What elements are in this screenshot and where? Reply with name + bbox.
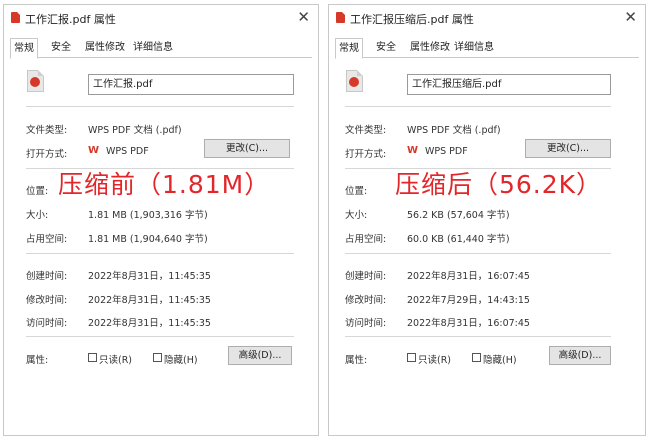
created-label: 创建时间: <box>345 271 387 282</box>
divider <box>26 336 294 337</box>
before-size-annotation: 压缩前（1.81M） <box>58 170 271 199</box>
readonly-label: 只读(R) <box>418 355 452 366</box>
divider <box>26 253 294 254</box>
accessed-value: 2022年8月31日，16:07:45 <box>407 318 530 329</box>
open-with-label: 打开方式: <box>345 149 387 160</box>
disk-size-label: 占用空间: <box>26 234 68 245</box>
size-label: 大小: <box>345 210 368 221</box>
file-type-value: WPS PDF 文档 (.pdf) <box>407 125 501 136</box>
hidden-checkbox[interactable] <box>472 353 481 362</box>
filename-input[interactable]: 工作汇报.pdf <box>88 74 294 95</box>
pdf-file-icon <box>11 12 20 23</box>
accessed-label: 访问时间: <box>26 318 68 329</box>
attributes-label: 属性: <box>26 355 49 366</box>
advanced-button[interactable]: 高级(D)... <box>228 346 292 365</box>
created-label: 创建时间: <box>26 271 68 282</box>
disk-size-label: 占用空间: <box>345 234 387 245</box>
attributes-label: 属性: <box>345 355 368 366</box>
accessed-label: 访问时间: <box>345 318 387 329</box>
tab-general[interactable]: 常规 <box>335 38 363 59</box>
close-icon[interactable]: ✕ <box>297 8 310 26</box>
modified-label: 修改时间: <box>345 295 387 306</box>
size-value: 56.2 KB (57,604 字节) <box>407 210 510 221</box>
divider <box>345 106 611 107</box>
open-with-label: 打开方式: <box>26 149 68 160</box>
tab-attribute-edit[interactable]: 属性修改 <box>82 40 128 56</box>
filename-input[interactable]: 工作汇报压缩后.pdf <box>407 74 611 95</box>
file-type-label: 文件类型: <box>345 125 387 136</box>
hidden-label: 隐藏(H) <box>483 355 517 366</box>
open-with-value: WPS PDF <box>106 146 149 157</box>
open-with-value: WPS PDF <box>425 146 468 157</box>
tab-security[interactable]: 安全 <box>48 40 74 56</box>
hidden-checkbox[interactable] <box>153 353 162 362</box>
tab-security[interactable]: 安全 <box>373 40 399 56</box>
tab-bar: 常规 安全 属性修改 详细信息 <box>10 38 312 59</box>
divider <box>345 253 611 254</box>
change-button[interactable]: 更改(C)... <box>525 139 611 158</box>
pdf-file-icon <box>336 12 345 23</box>
after-size-annotation: 压缩后（56.2K） <box>395 170 603 199</box>
properties-window-before: 工作汇报.pdf 属性 ✕ 常规 安全 属性修改 详细信息 工作汇报.pdf 文… <box>3 4 319 436</box>
location-label: 位置: <box>345 186 368 197</box>
readonly-checkbox[interactable] <box>407 353 416 362</box>
size-value: 1.81 MB (1,903,316 字节) <box>88 210 208 221</box>
created-value: 2022年8月31日，11:45:35 <box>88 271 211 282</box>
created-value: 2022年8月31日，16:07:45 <box>407 271 530 282</box>
disk-size-value: 1.81 MB (1,904,640 字节) <box>88 234 208 245</box>
pdf-file-icon <box>346 70 363 92</box>
tab-details[interactable]: 详细信息 <box>130 40 176 56</box>
file-type-label: 文件类型: <box>26 125 68 136</box>
tab-bar: 常规 安全 属性修改 详细信息 <box>335 38 639 59</box>
tab-attribute-edit[interactable]: 属性修改 <box>407 40 453 56</box>
title-bar[interactable]: 工作汇报压缩后.pdf 属性 ✕ <box>329 5 645 31</box>
readonly-label: 只读(R) <box>99 355 133 366</box>
close-icon[interactable]: ✕ <box>624 8 637 26</box>
readonly-checkbox[interactable] <box>88 353 97 362</box>
wps-logo-icon: W <box>88 145 100 156</box>
file-type-value: WPS PDF 文档 (.pdf) <box>88 125 182 136</box>
window-title: 工作汇报压缩后.pdf 属性 <box>350 13 474 26</box>
modified-value: 2022年8月31日，11:45:35 <box>88 295 211 306</box>
pdf-file-icon <box>27 70 44 92</box>
wps-logo-icon: W <box>407 145 419 156</box>
divider <box>26 106 294 107</box>
change-button[interactable]: 更改(C)... <box>204 139 290 158</box>
location-label: 位置: <box>26 186 49 197</box>
window-title: 工作汇报.pdf 属性 <box>25 13 116 26</box>
advanced-button[interactable]: 高级(D)... <box>549 346 611 365</box>
modified-label: 修改时间: <box>26 295 68 306</box>
modified-value: 2022年7月29日，14:43:15 <box>407 295 530 306</box>
size-label: 大小: <box>26 210 49 221</box>
properties-window-after: 工作汇报压缩后.pdf 属性 ✕ 常规 安全 属性修改 详细信息 工作汇报压缩后… <box>328 4 646 436</box>
hidden-label: 隐藏(H) <box>164 355 198 366</box>
tab-details[interactable]: 详细信息 <box>451 40 497 56</box>
divider <box>345 336 611 337</box>
accessed-value: 2022年8月31日，11:45:35 <box>88 318 211 329</box>
title-bar[interactable]: 工作汇报.pdf 属性 ✕ <box>4 5 318 31</box>
disk-size-value: 60.0 KB (61,440 字节) <box>407 234 510 245</box>
tab-general[interactable]: 常规 <box>10 38 38 59</box>
